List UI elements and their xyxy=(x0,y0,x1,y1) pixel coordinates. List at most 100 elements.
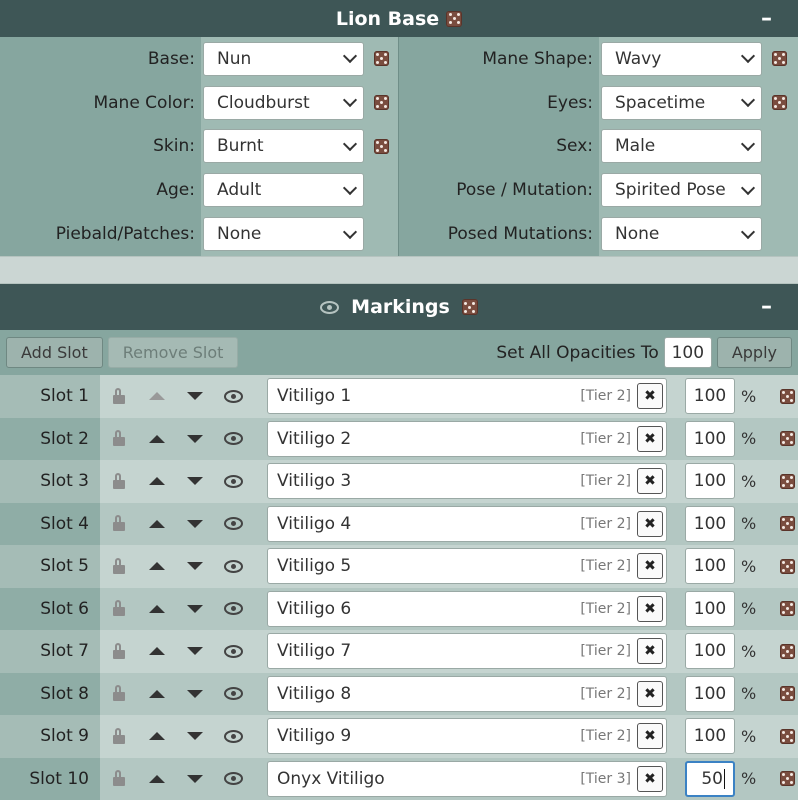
dice-icon[interactable] xyxy=(780,473,796,489)
marking-select[interactable]: Vitiligo 9 [Tier 2] ✖ xyxy=(267,718,667,755)
opacity-input[interactable]: 100 xyxy=(685,675,735,712)
dice-icon[interactable] xyxy=(780,686,796,702)
move-up-icon[interactable] xyxy=(149,604,165,613)
lock-icon[interactable] xyxy=(113,600,125,617)
opacity-input[interactable]: 100 xyxy=(685,548,735,585)
lock-icon[interactable] xyxy=(113,727,125,744)
move-down-icon[interactable] xyxy=(187,732,203,741)
eye-icon[interactable] xyxy=(223,517,243,531)
marking-select[interactable]: Vitiligo 7 [Tier 2] ✖ xyxy=(267,633,667,670)
field-select[interactable]: Nun xyxy=(203,41,364,76)
dice-icon[interactable] xyxy=(780,558,796,574)
collapse-button[interactable]: – xyxy=(761,294,772,319)
move-up-icon[interactable] xyxy=(149,689,165,698)
eye-icon[interactable] xyxy=(223,389,243,403)
field-select[interactable]: Wavy xyxy=(601,41,762,76)
apply-button[interactable]: Apply xyxy=(716,337,792,368)
dice-icon[interactable] xyxy=(373,51,389,67)
dice-icon[interactable] xyxy=(780,643,796,659)
dice-icon[interactable] xyxy=(780,516,796,532)
lock-icon[interactable] xyxy=(113,472,125,489)
move-up-icon[interactable] xyxy=(149,774,165,783)
eye-icon[interactable] xyxy=(223,559,243,573)
field-select[interactable]: Adult xyxy=(203,173,364,208)
clear-marking-button[interactable]: ✖ xyxy=(637,680,663,707)
dice-icon[interactable] xyxy=(771,95,787,111)
field-select[interactable]: None xyxy=(601,217,762,252)
lock-icon[interactable] xyxy=(113,387,125,404)
clear-marking-button[interactable]: ✖ xyxy=(637,425,663,452)
clear-marking-button[interactable]: ✖ xyxy=(637,765,663,792)
move-down-icon[interactable] xyxy=(187,477,203,486)
dice-icon[interactable] xyxy=(780,771,796,787)
field-select[interactable]: Spacetime xyxy=(601,85,762,120)
opacity-input[interactable]: 100 xyxy=(685,505,735,542)
clear-marking-button[interactable]: ✖ xyxy=(637,595,663,622)
field-select[interactable]: None xyxy=(203,217,364,252)
clear-marking-button[interactable]: ✖ xyxy=(637,383,663,410)
marking-select[interactable]: Vitiligo 1 [Tier 2] ✖ xyxy=(267,378,667,415)
dice-icon[interactable] xyxy=(780,728,796,744)
clear-marking-button[interactable]: ✖ xyxy=(637,553,663,580)
all-opacity-input[interactable]: 100 xyxy=(663,337,712,368)
lock-icon[interactable] xyxy=(113,515,125,532)
dice-icon[interactable] xyxy=(780,388,796,404)
remove-slot-button[interactable]: Remove Slot xyxy=(107,337,239,368)
eye-icon[interactable] xyxy=(320,300,340,314)
move-up-icon[interactable] xyxy=(149,732,165,741)
clear-marking-button[interactable]: ✖ xyxy=(637,468,663,495)
move-down-icon[interactable] xyxy=(187,562,203,571)
collapse-button[interactable]: – xyxy=(761,6,772,31)
marking-select[interactable]: Onyx Vitiligo [Tier 3] ✖ xyxy=(267,760,667,797)
marking-select[interactable]: Vitiligo 3 [Tier 2] ✖ xyxy=(267,463,667,500)
eye-icon[interactable] xyxy=(223,644,243,658)
opacity-input[interactable]: 100 xyxy=(685,633,735,670)
lock-icon[interactable] xyxy=(113,685,125,702)
marking-select[interactable]: Vitiligo 2 [Tier 2] ✖ xyxy=(267,420,667,457)
move-up-icon[interactable] xyxy=(149,519,165,528)
marking-select[interactable]: Vitiligo 6 [Tier 2] ✖ xyxy=(267,590,667,627)
clear-marking-button[interactable]: ✖ xyxy=(637,723,663,750)
field-select[interactable]: Burnt xyxy=(203,129,364,164)
move-down-icon[interactable] xyxy=(187,689,203,698)
lock-icon[interactable] xyxy=(113,642,125,659)
move-up-icon[interactable] xyxy=(149,434,165,443)
dice-icon[interactable] xyxy=(771,51,787,67)
field-select[interactable]: Male xyxy=(601,129,762,164)
move-up-icon[interactable] xyxy=(149,477,165,486)
eye-icon[interactable] xyxy=(223,602,243,616)
lock-icon[interactable] xyxy=(113,430,125,447)
lock-icon[interactable] xyxy=(113,557,125,574)
lock-icon[interactable] xyxy=(113,770,125,787)
eye-icon[interactable] xyxy=(223,432,243,446)
opacity-input[interactable]: 100 xyxy=(685,718,735,755)
move-up-icon[interactable] xyxy=(149,647,165,656)
field-select[interactable]: Cloudburst xyxy=(203,85,364,120)
move-down-icon[interactable] xyxy=(187,519,203,528)
dice-icon[interactable] xyxy=(373,95,389,111)
eye-icon[interactable] xyxy=(223,772,243,786)
move-up-icon[interactable] xyxy=(149,562,165,571)
dice-icon[interactable] xyxy=(780,431,796,447)
opacity-input[interactable]: 100 xyxy=(685,590,735,627)
move-down-icon[interactable] xyxy=(187,434,203,443)
move-down-icon[interactable] xyxy=(187,604,203,613)
move-down-icon[interactable] xyxy=(187,774,203,783)
eye-icon[interactable] xyxy=(223,687,243,701)
marking-select[interactable]: Vitiligo 8 [Tier 2] ✖ xyxy=(267,675,667,712)
eye-icon[interactable] xyxy=(223,729,243,743)
opacity-input[interactable]: 100 xyxy=(685,420,735,457)
dice-icon[interactable] xyxy=(446,10,463,27)
clear-marking-button[interactable]: ✖ xyxy=(637,638,663,665)
marking-select[interactable]: Vitiligo 4 [Tier 2] ✖ xyxy=(267,505,667,542)
add-slot-button[interactable]: Add Slot xyxy=(6,337,103,368)
dice-icon[interactable] xyxy=(461,299,478,315)
move-up-icon[interactable] xyxy=(149,392,165,401)
move-down-icon[interactable] xyxy=(187,647,203,656)
dice-icon[interactable] xyxy=(373,138,389,154)
clear-marking-button[interactable]: ✖ xyxy=(637,510,663,537)
opacity-input[interactable]: 50 xyxy=(685,760,735,797)
eye-icon[interactable] xyxy=(223,474,243,488)
opacity-input[interactable]: 100 xyxy=(685,463,735,500)
move-down-icon[interactable] xyxy=(187,392,203,401)
